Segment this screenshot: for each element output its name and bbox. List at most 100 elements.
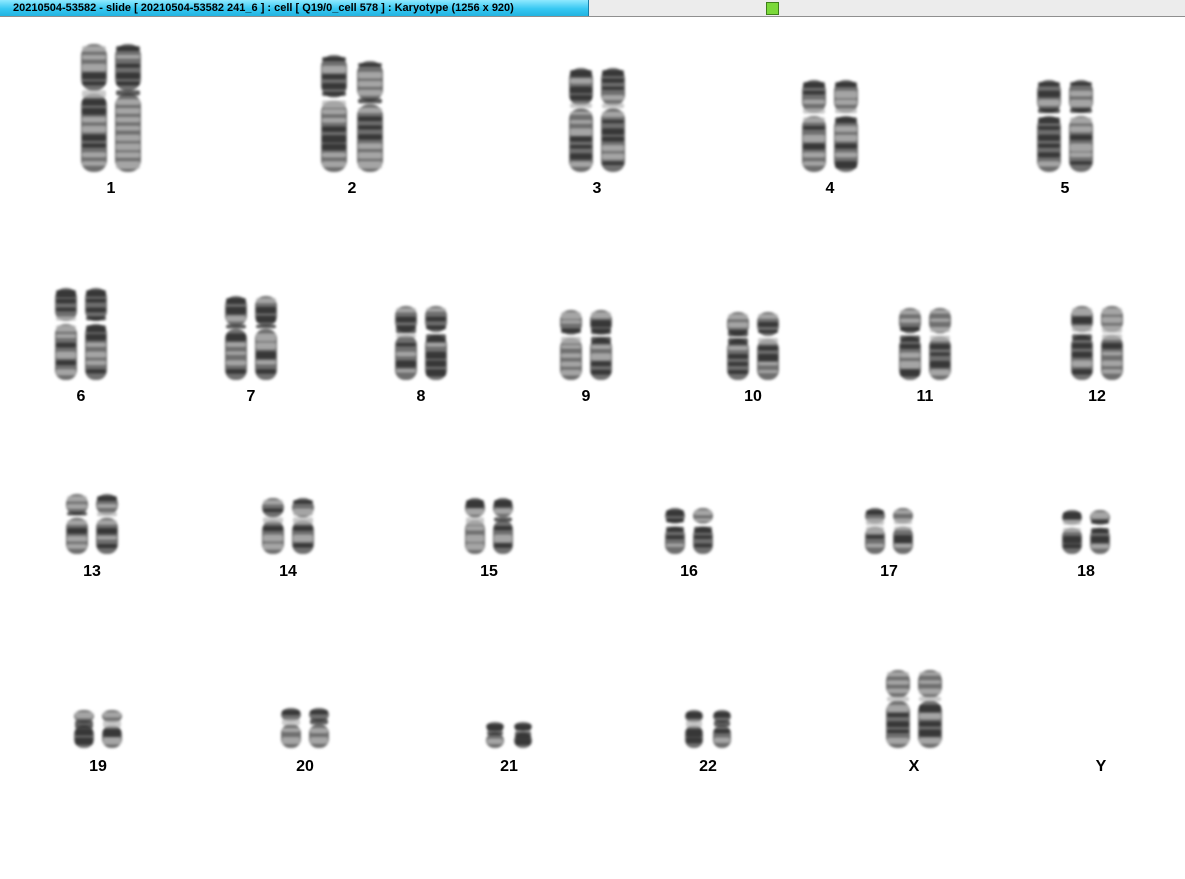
chromosome-band <box>866 518 884 526</box>
chromosome-5-homolog-b[interactable] <box>1069 80 1093 172</box>
chromosome-14-homolog-a[interactable] <box>262 498 284 554</box>
chromosome-band <box>56 369 76 376</box>
chromosome-band <box>835 134 857 142</box>
chromosome-22-homolog-a[interactable] <box>685 710 703 748</box>
chromosome-band <box>116 63 140 68</box>
chromosome-band <box>570 128 592 136</box>
chromosome-band <box>900 335 920 342</box>
chromosome-band <box>256 369 276 374</box>
chromosome-band <box>666 510 684 517</box>
chromosome-band <box>97 528 117 535</box>
chromosome-band <box>570 120 592 124</box>
chromosome-band <box>591 312 611 319</box>
chromosome-band <box>570 136 592 142</box>
chromosome-12-homolog-a[interactable] <box>1071 306 1093 380</box>
chromosome-13-homolog-a[interactable] <box>66 494 88 554</box>
chromosome-band <box>116 54 140 59</box>
chromosome-band <box>561 369 581 376</box>
chromosome-11-homolog-a[interactable] <box>899 308 921 380</box>
chromosome-6-homolog-b[interactable] <box>85 288 107 380</box>
chromosome-7-homolog-a[interactable] <box>225 296 247 380</box>
chromosome-band <box>396 343 416 347</box>
chromosome-2-homolog-b[interactable] <box>357 61 383 172</box>
status-indicator[interactable] <box>766 2 779 15</box>
chromosome-band <box>602 78 624 83</box>
chromosome-band <box>900 369 920 377</box>
chromosome-18-homolog-b[interactable] <box>1090 510 1110 554</box>
chromosome-16-homolog-b[interactable] <box>693 508 713 554</box>
chromosome-band <box>75 737 93 745</box>
chromosome-band <box>358 152 382 159</box>
chromosome-band <box>116 143 140 151</box>
chromosome-band <box>226 333 246 341</box>
chromosome-9-homolog-a[interactable] <box>560 310 582 380</box>
chromosome-11-homolog-b[interactable] <box>929 308 951 380</box>
chromosome-band <box>487 731 503 736</box>
chromosome-label: 17 <box>880 563 898 580</box>
chromosome-3-homolog-a[interactable] <box>569 68 593 172</box>
title-tab[interactable]: 20210504-53582 - slide [ 20210504-53582 … <box>0 0 589 16</box>
chromosome-band <box>1038 152 1060 158</box>
chromosome-band <box>602 128 624 135</box>
chromosome-2-homolog-a[interactable] <box>321 55 347 172</box>
chromosome-band <box>293 500 313 504</box>
chromosome-21-homolog-a[interactable] <box>486 722 504 748</box>
chromosome-14-homolog-b[interactable] <box>292 498 314 554</box>
chromosome-band <box>561 361 581 367</box>
chromosome-15-homolog-a[interactable] <box>465 498 485 554</box>
chromosome-10-homolog-a[interactable] <box>727 312 749 380</box>
chromosome-4-homolog-a[interactable] <box>802 80 826 172</box>
chromosome-band <box>494 517 512 522</box>
chromosome-21-homolog-b[interactable] <box>514 722 532 748</box>
chromosome-label: Y <box>1095 758 1107 775</box>
chromosome-band <box>103 737 121 745</box>
chromosome-8-homolog-b[interactable] <box>425 306 447 380</box>
chromosome-1-homolog-b[interactable] <box>115 44 141 172</box>
chromosome-X-homolog-a[interactable] <box>886 670 910 748</box>
chromosome-band <box>1091 512 1109 519</box>
chromosome-19-homolog-b[interactable] <box>102 710 122 748</box>
chromosome-7-homolog-b[interactable] <box>255 296 277 380</box>
chromosome-19-homolog-a[interactable] <box>74 710 94 748</box>
chromosome-12-homolog-b[interactable] <box>1101 306 1123 380</box>
chromosome-17-homolog-b[interactable] <box>893 508 913 554</box>
chromosome-6-homolog-a[interactable] <box>55 288 77 380</box>
chromosome-label: 14 <box>279 563 297 580</box>
chromosome-band <box>714 729 730 734</box>
chromosome-band <box>310 728 328 734</box>
chromosome-16-homolog-a[interactable] <box>665 508 685 554</box>
chromosome-band <box>728 362 748 366</box>
chromosome-band <box>86 325 106 333</box>
chromosome-17-homolog-a[interactable] <box>865 508 885 554</box>
chromosome-label: 21 <box>500 758 518 775</box>
chromosome-band <box>728 330 748 337</box>
chromosome-band <box>930 327 950 333</box>
chromosome-5-homolog-a[interactable] <box>1037 80 1061 172</box>
chromosome-18-homolog-a[interactable] <box>1062 510 1082 554</box>
chromosome-band <box>694 526 712 533</box>
chromosome-3-homolog-b[interactable] <box>601 68 625 172</box>
chromosome-band <box>293 543 313 548</box>
chromosome-13-homolog-b[interactable] <box>96 494 118 554</box>
chromosome-band <box>226 360 246 366</box>
chromosome-band <box>82 134 106 141</box>
chromosome-X-homolog-b[interactable] <box>918 670 942 748</box>
chromosome-band <box>1070 126 1092 133</box>
chromosome-1-homolog-a[interactable] <box>81 44 107 172</box>
chromosome-20-homolog-a[interactable] <box>281 708 301 748</box>
chromosome-band <box>75 720 93 729</box>
chromosome-band <box>263 508 283 513</box>
chromosome-band <box>1063 536 1081 544</box>
chromosome-10-homolog-b[interactable] <box>757 312 779 380</box>
chromosome-band <box>396 369 416 373</box>
chromosome-9-homolog-b[interactable] <box>590 310 612 380</box>
chromosome-15-homolog-b[interactable] <box>493 498 513 554</box>
chromosome-4-homolog-b[interactable] <box>834 80 858 172</box>
chromosome-band <box>396 308 416 313</box>
chromosome-band <box>56 316 76 321</box>
chromosome-22-homolog-b[interactable] <box>713 710 731 748</box>
chromosome-band <box>322 126 346 132</box>
chromosome-band <box>758 362 778 366</box>
chromosome-8-homolog-a[interactable] <box>395 306 417 380</box>
chromosome-20-homolog-b[interactable] <box>309 708 329 748</box>
